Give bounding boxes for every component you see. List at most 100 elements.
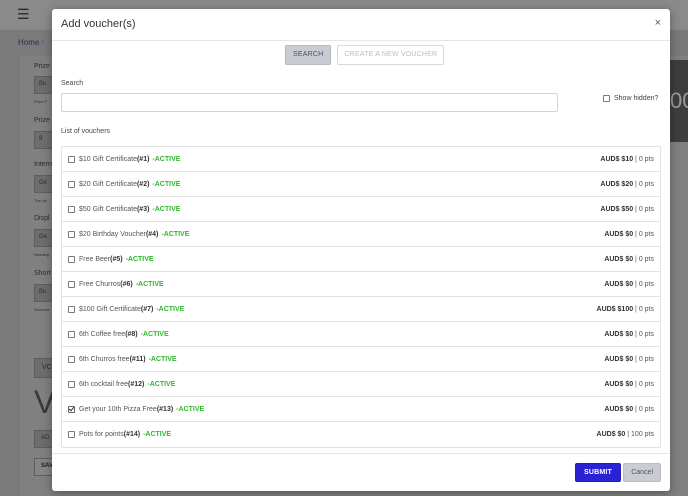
voucher-row[interactable]: $100 Gift Certificate (#7) -ACTIVE AUD$ $10… (62, 297, 660, 322)
voucher-row[interactable]: 6th Coffee free (#8) -ACTIVE AUD$ $0 | 0 pt… (62, 322, 660, 347)
show-hidden-checkbox[interactable] (603, 95, 610, 102)
voucher-status: -ACTIVE (125, 255, 154, 263)
voucher-row[interactable]: $20 Gift Certificate (#2) -ACTIVE AUD$ $20 … (62, 172, 660, 197)
hamburger-menu-icon: ☰ (17, 6, 30, 22)
bg-tab-vc: VC (34, 358, 54, 378)
voucher-checkbox[interactable] (68, 330, 75, 338)
modal-action-buttons: SEARCH CREATE A NEW VOUCHER (285, 45, 445, 65)
bg-input-2: 9 (34, 131, 54, 149)
voucher-price: AUD$ $50 (600, 205, 634, 213)
voucher-points: | 0 pts (633, 305, 654, 313)
voucher-value: AUD$ $0 | 0 pts (604, 381, 654, 388)
voucher-name: Free Beer (79, 255, 111, 263)
voucher-checkbox[interactable] (68, 405, 75, 413)
voucher-status: -ACTIVE (176, 405, 205, 413)
voucher-checkbox[interactable] (68, 280, 75, 288)
voucher-row[interactable]: $10 Gift Certificate (#1) -ACTIVE AUD$ $10 … (62, 147, 660, 172)
voucher-row[interactable]: Pots for points (#14) -ACTIVE AUD$ $0 | 100… (62, 422, 660, 447)
voucher-points: | 0 pts (633, 280, 654, 288)
bg-note-4: Summar (34, 307, 50, 312)
voucher-name: 6th Coffee free (79, 330, 126, 338)
voucher-checkbox[interactable] (68, 230, 75, 238)
voucher-price: AUD$ $10 (600, 155, 634, 163)
voucher-id: (#14) (123, 431, 141, 438)
voucher-id: (#11) (129, 355, 146, 363)
show-hidden-toggle[interactable]: Show hidden? (603, 95, 658, 102)
voucher-id: (#6) (120, 280, 133, 288)
voucher-id: (#13) (156, 405, 174, 413)
voucher-checkbox[interactable] (68, 431, 75, 438)
voucher-price: AUD$ $0 (604, 255, 634, 263)
voucher-price: AUD$ $0 (596, 431, 626, 438)
voucher-status: -ACTIVE (161, 230, 190, 238)
search-input[interactable] (61, 93, 558, 112)
bg-input-1-value: Bu (39, 81, 47, 87)
voucher-value: AUD$ $0 | 100 pts (597, 431, 654, 438)
bg-tab-vc-label: VC (42, 364, 52, 371)
bg-add-button: AD (34, 430, 54, 448)
breadcrumb: Home / (18, 38, 44, 47)
voucher-status: -ACTIVE (143, 431, 172, 438)
voucher-price: AUD$ $0 (604, 230, 634, 238)
voucher-name: Get your 10th Pizza Free (79, 405, 157, 413)
voucher-id: (#3) (136, 205, 150, 213)
voucher-checkbox[interactable] (68, 255, 75, 263)
voucher-id: (#1) (136, 155, 150, 163)
voucher-name: $10 Gift Certificate (79, 155, 137, 163)
voucher-row[interactable]: 6th Churros free (#11) -ACTIVE AUD$ $0 | 0 … (62, 347, 660, 372)
bg-add-label: AD (41, 435, 50, 441)
voucher-row[interactable]: $50 Gift Certificate (#3) -ACTIVE AUD$ $50 … (62, 197, 660, 222)
voucher-row[interactable]: $20 Birthday Voucher (#4) -ACTIVE AUD$ $0 |… (62, 222, 660, 247)
voucher-id: (#4) (145, 230, 159, 238)
bg-label-intern: Intern (34, 161, 52, 168)
voucher-status: -ACTIVE (152, 180, 181, 188)
bg-input-1: Bu (34, 76, 54, 94)
bg-save-label: SAV (41, 463, 53, 469)
voucher-checkbox[interactable] (68, 305, 75, 313)
bg-dark-panel-text: 00 (670, 88, 688, 113)
voucher-id: (#12) (128, 380, 145, 388)
voucher-status: -ACTIVE (135, 280, 164, 288)
voucher-row[interactable]: 6th cocktail free (#12) -ACTIVE AUD$ $0 | 0… (62, 372, 660, 397)
voucher-checkbox[interactable] (68, 355, 75, 363)
breadcrumb-separator: / (41, 38, 44, 47)
modal-title: Add voucher(s) (61, 18, 136, 30)
voucher-points: | 0 pts (633, 155, 654, 163)
voucher-row[interactable]: Free Beer (#5) -ACTIVE AUD$ $0 | 0 pts (62, 247, 660, 272)
voucher-points: | 0 pts (633, 230, 654, 238)
voucher-checkbox[interactable] (68, 205, 75, 213)
voucher-row[interactable]: Free Churros (#6) -ACTIVE AUD$ $0 | 0 pts (62, 272, 660, 297)
voucher-price: AUD$ $0 (604, 380, 634, 388)
voucher-status: -ACTIVE (140, 330, 169, 338)
voucher-checkbox[interactable] (68, 155, 75, 163)
bg-input-2-value: 9 (39, 136, 43, 142)
voucher-price: AUD$ $20 (600, 180, 634, 188)
bg-input-5: Bu (34, 284, 54, 302)
voucher-name: $100 Gift Certificate (79, 305, 141, 313)
voucher-value: AUD$ $100 | 0 pts (597, 306, 654, 313)
bg-note-2: The Va (34, 198, 47, 203)
bg-input-3-value: Ge (39, 180, 48, 186)
bg-input-4-value: Ge (39, 234, 48, 240)
voucher-checkbox[interactable] (68, 380, 75, 388)
search-button[interactable]: SEARCH (285, 45, 332, 65)
voucher-value: AUD$ $0 | 0 pts (604, 406, 654, 413)
cancel-button[interactable]: Cancel (623, 463, 661, 482)
voucher-checkbox[interactable] (68, 180, 75, 188)
voucher-id: (#8) (125, 330, 138, 338)
voucher-name: $20 Birthday Voucher (79, 230, 146, 238)
show-hidden-label: Show hidden? (614, 95, 659, 102)
close-icon[interactable]: × (655, 18, 661, 29)
voucher-status: -ACTIVE (152, 155, 181, 163)
bg-note-1: Prize P (34, 99, 47, 104)
voucher-name: 6th cocktail free (79, 380, 129, 388)
voucher-row[interactable]: Get your 10th Pizza Free (#13) -ACTIVE AUD$… (62, 397, 660, 422)
bg-dark-panel: 00 (670, 60, 688, 142)
modal-footer: SUBMIT Cancel (52, 453, 670, 491)
voucher-points: | 0 pts (633, 405, 654, 413)
voucher-status: -ACTIVE (152, 205, 181, 213)
submit-button[interactable]: SUBMIT (574, 463, 621, 482)
create-voucher-button[interactable]: CREATE A NEW VOUCHER (337, 45, 445, 65)
voucher-list: $10 Gift Certificate (#1) -ACTIVE AUD$ $10 … (61, 146, 661, 448)
bg-label-short: Short (34, 270, 51, 277)
